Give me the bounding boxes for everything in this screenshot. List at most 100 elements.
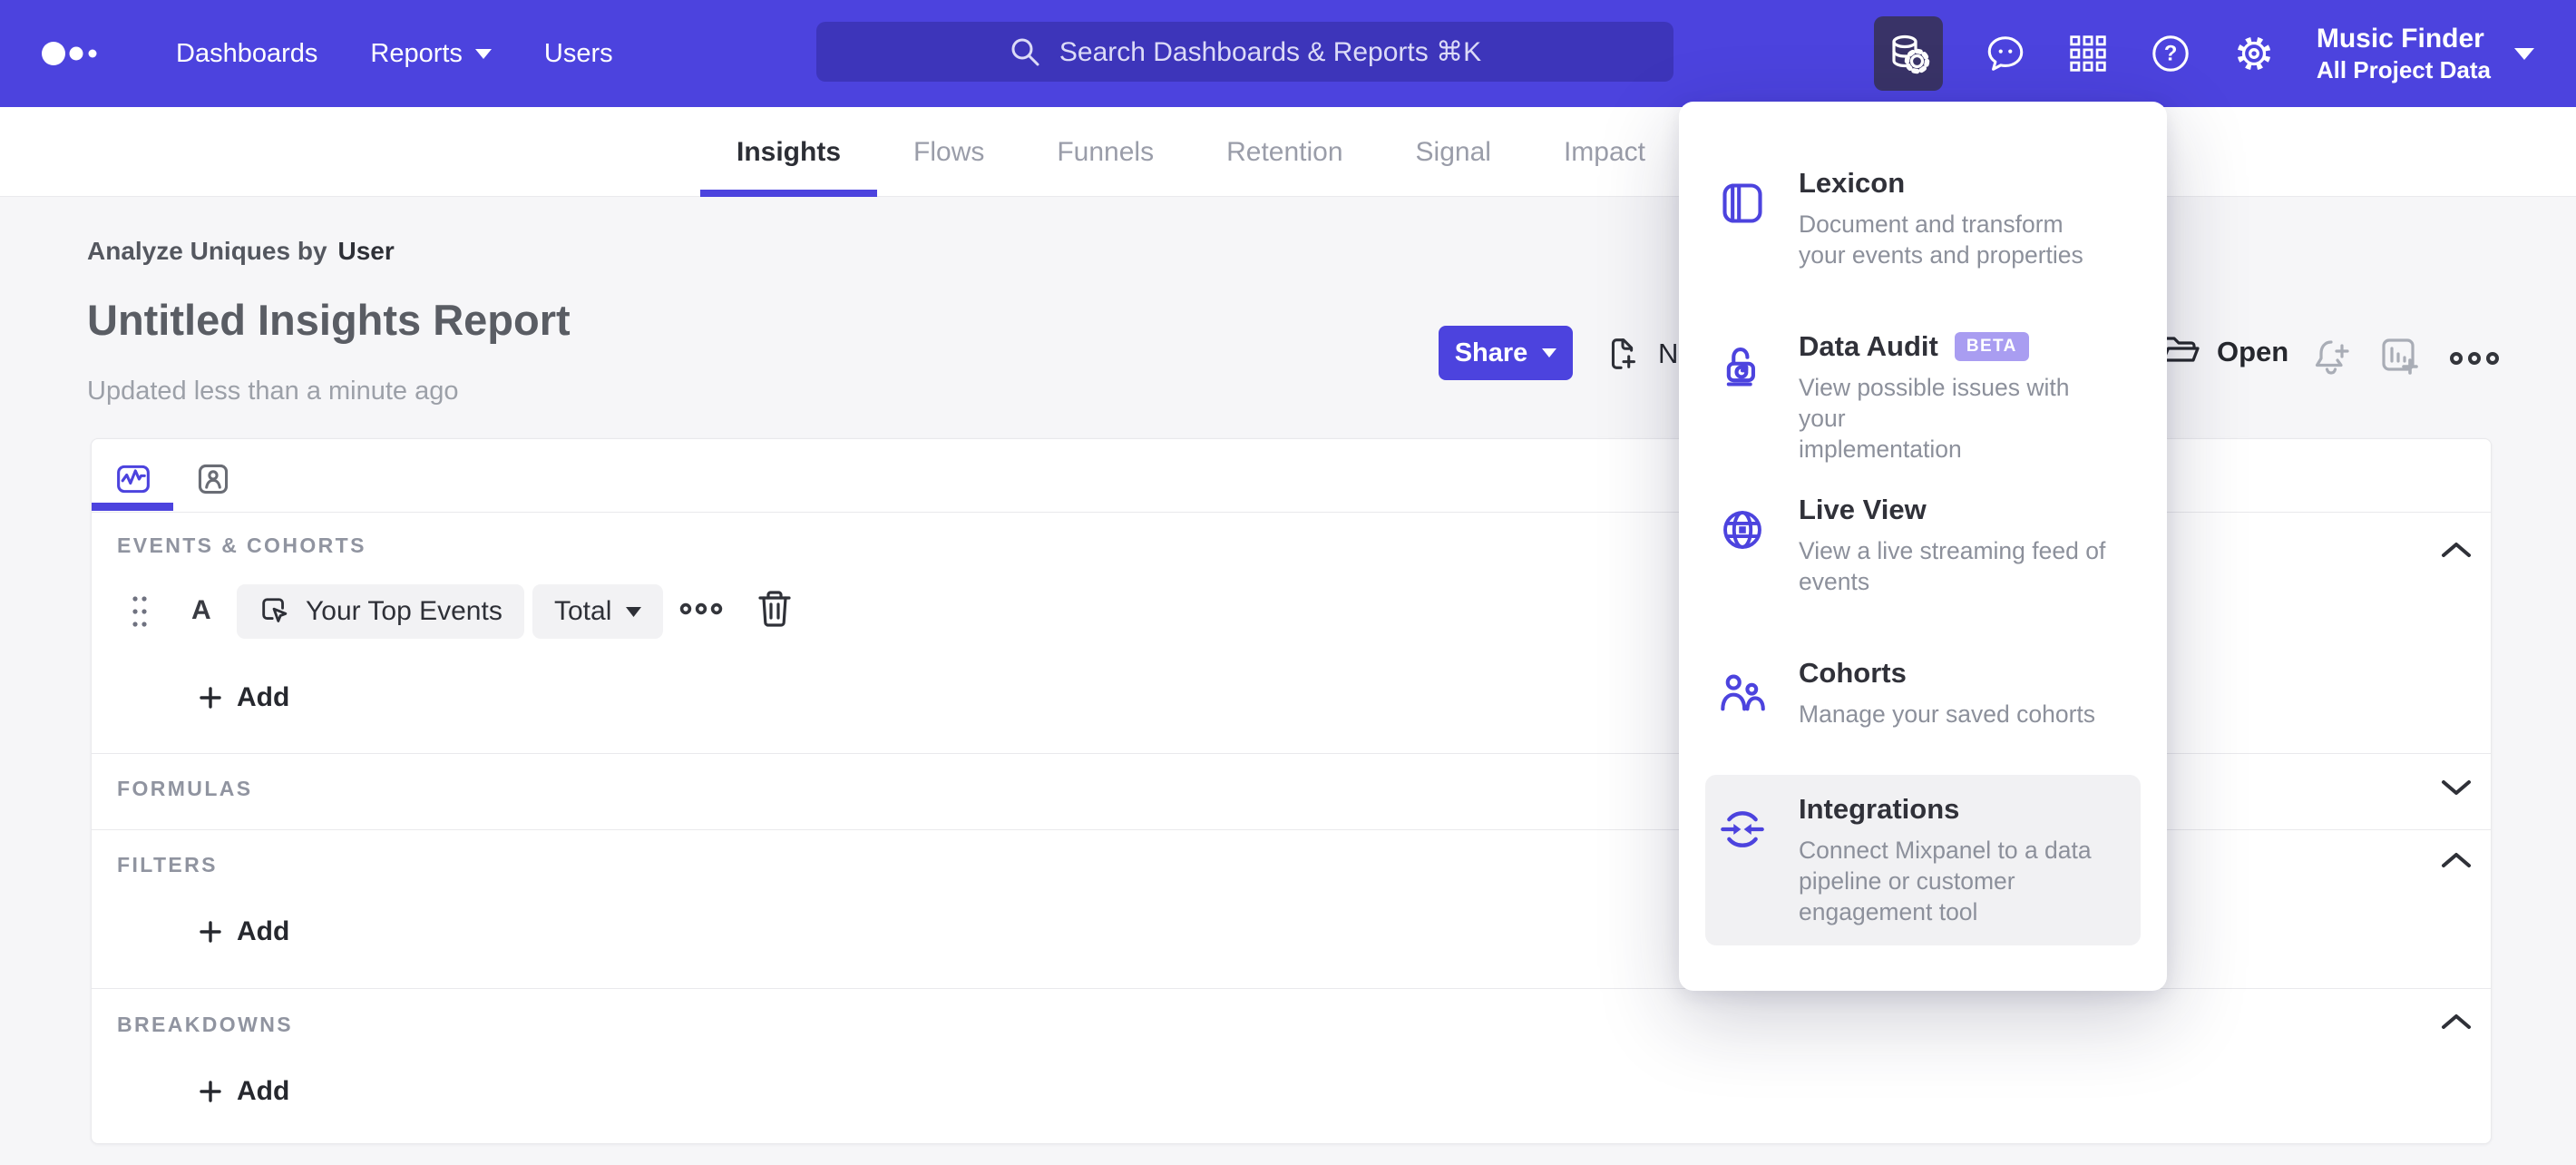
menu-item-integrations[interactable]: Integrations Connect Mixpanel to a data … bbox=[1705, 775, 2141, 945]
chevron-up-icon bbox=[2442, 1014, 2471, 1029]
plus-icon bbox=[200, 687, 221, 709]
nav-item-label: Users bbox=[543, 38, 613, 68]
add-label: Add bbox=[237, 682, 290, 712]
add-to-board-button[interactable] bbox=[2378, 335, 2422, 378]
chevron-up-icon bbox=[2442, 853, 2471, 867]
menu-item-title: Lexicon bbox=[1799, 167, 1906, 199]
primary-nav: Dashboards Reports Users bbox=[176, 39, 613, 69]
filters-section-label: FILTERS bbox=[117, 853, 218, 876]
breadcrumb-prefix: Analyze Uniques by bbox=[87, 237, 327, 265]
insights-pulse-icon bbox=[117, 465, 150, 494]
add-event-button[interactable]: Add bbox=[199, 682, 289, 713]
chat-bubble-icon bbox=[1987, 36, 2024, 71]
page-title: Untitled Insights Report bbox=[87, 296, 571, 344]
menu-item-data-audit[interactable]: Data Audit BETA View possible issues wit… bbox=[1705, 312, 2141, 483]
share-button[interactable]: Share bbox=[1439, 326, 1573, 380]
breadcrumb-value: User bbox=[337, 237, 395, 265]
menu-item-description: View possible issues with your implement… bbox=[1799, 374, 2070, 463]
card-tab-profiles[interactable] bbox=[193, 459, 233, 499]
tab-label: Insights bbox=[737, 136, 842, 167]
chart-board-plus-icon bbox=[2382, 338, 2418, 375]
trash-icon bbox=[758, 591, 791, 627]
chevron-up-icon bbox=[2442, 543, 2471, 557]
file-plus-icon bbox=[1611, 338, 1635, 369]
event-selector-pill[interactable]: Your Top Events bbox=[237, 584, 524, 639]
updated-timestamp: Updated less than a minute ago bbox=[87, 377, 459, 406]
open-report-button[interactable]: Open bbox=[2159, 330, 2288, 374]
event-name: Your Top Events bbox=[306, 596, 503, 626]
tab-signal[interactable]: Signal bbox=[1380, 107, 1527, 197]
project-scope: All Project Data bbox=[2316, 56, 2491, 83]
event-row-letter: A bbox=[191, 595, 211, 625]
chevron-down-icon bbox=[1542, 348, 1557, 357]
ellipsis-icon bbox=[2450, 352, 2499, 365]
chevron-down-icon bbox=[2442, 780, 2471, 795]
tab-insights[interactable]: Insights bbox=[700, 107, 878, 197]
tab-label: Flows bbox=[913, 136, 985, 167]
menu-item-description: View a live streaming feed of events bbox=[1799, 537, 2106, 595]
more-actions-button[interactable] bbox=[2449, 349, 2500, 367]
active-card-tab-underline bbox=[92, 503, 173, 511]
menu-item-title: Data Audit bbox=[1799, 330, 1938, 362]
drag-handle-dots-icon bbox=[132, 596, 147, 627]
bell-plus-icon bbox=[2315, 340, 2349, 375]
tab-retention[interactable]: Retention bbox=[1190, 107, 1379, 197]
menu-item-cohorts[interactable]: Cohorts Manage your saved cohorts bbox=[1705, 639, 2141, 748]
plus-icon bbox=[200, 1081, 221, 1102]
cohorts-people-icon bbox=[1719, 670, 1766, 729]
project-name: Music Finder bbox=[2316, 24, 2484, 54]
drag-handle[interactable] bbox=[130, 592, 150, 636]
events-section-label: EVENTS & COHORTS bbox=[117, 534, 366, 557]
tab-label: Funnels bbox=[1057, 136, 1155, 167]
collapse-events-chevron[interactable] bbox=[2439, 539, 2474, 561]
nav-item-label: Dashboards bbox=[176, 38, 318, 68]
tab-impact[interactable]: Impact bbox=[1527, 107, 1682, 197]
collapse-filters-chevron[interactable] bbox=[2439, 849, 2474, 871]
nav-item-users[interactable]: Users bbox=[544, 39, 613, 69]
question-circle-icon: ? bbox=[2152, 35, 2189, 72]
insights-page: Analyze Uniques by User Untitled Insights… bbox=[0, 197, 2576, 1165]
lexicon-book-icon bbox=[1719, 180, 1766, 270]
event-row-more-button[interactable] bbox=[679, 601, 723, 622]
search-input[interactable]: Search Dashboards & Reports ⌘K bbox=[816, 22, 1673, 82]
apps-grid-button[interactable] bbox=[2068, 34, 2108, 73]
aggregation-value: Total bbox=[554, 596, 612, 626]
beta-badge: BETA bbox=[1954, 332, 2029, 361]
add-label: Add bbox=[237, 916, 290, 946]
data-management-button[interactable] bbox=[1873, 16, 1943, 91]
expand-formulas-chevron[interactable] bbox=[2439, 777, 2474, 798]
project-selector[interactable]: Music Finder All Project Data bbox=[2317, 23, 2534, 84]
share-label: Share bbox=[1454, 338, 1528, 367]
chevron-down-icon bbox=[2514, 47, 2534, 60]
add-filter-button[interactable]: Add bbox=[199, 916, 289, 947]
delete-event-row-button[interactable] bbox=[756, 588, 794, 634]
nav-item-dashboards[interactable]: Dashboards bbox=[176, 39, 317, 69]
live-view-globe-icon bbox=[1719, 506, 1766, 597]
menu-item-description: Connect Mixpanel to a data pipeline or c… bbox=[1799, 837, 2092, 925]
search-icon bbox=[1011, 38, 1039, 66]
card-tab-events[interactable] bbox=[113, 459, 153, 499]
collapse-breakdowns-chevron[interactable] bbox=[2439, 1011, 2474, 1033]
tab-flows[interactable]: Flows bbox=[877, 107, 1020, 197]
top-nav: Dashboards Reports Users Search Dashboar… bbox=[0, 0, 2576, 107]
help-button[interactable]: ? bbox=[2150, 33, 2191, 74]
breadcrumb: Analyze Uniques by User bbox=[87, 237, 395, 266]
integrations-sync-icon bbox=[1719, 806, 1766, 927]
add-label: Add bbox=[237, 1076, 290, 1106]
menu-item-title: Cohorts bbox=[1799, 657, 1907, 689]
plus-icon bbox=[200, 921, 221, 943]
aggregation-selector-pill[interactable]: Total bbox=[532, 584, 664, 639]
tab-funnels[interactable]: Funnels bbox=[1020, 107, 1190, 197]
mixpanel-logo-icon[interactable] bbox=[40, 35, 116, 72]
tab-label: Signal bbox=[1415, 136, 1491, 167]
add-breakdown-button[interactable]: Add bbox=[199, 1076, 289, 1107]
chevron-down-icon bbox=[474, 48, 492, 59]
nav-item-reports[interactable]: Reports bbox=[370, 39, 492, 69]
settings-button[interactable] bbox=[2233, 33, 2275, 74]
menu-item-live-view[interactable]: Live View View a live streaming feed of … bbox=[1705, 475, 2141, 615]
alerts-button[interactable] bbox=[2311, 335, 2355, 378]
report-tabbar: Insights Flows Funnels Retention Signal … bbox=[0, 107, 2576, 197]
menu-item-lexicon[interactable]: Lexicon Document and transform your even… bbox=[1705, 149, 2141, 289]
nav-item-label: Reports bbox=[370, 38, 463, 68]
feedback-button[interactable] bbox=[1985, 33, 2026, 74]
